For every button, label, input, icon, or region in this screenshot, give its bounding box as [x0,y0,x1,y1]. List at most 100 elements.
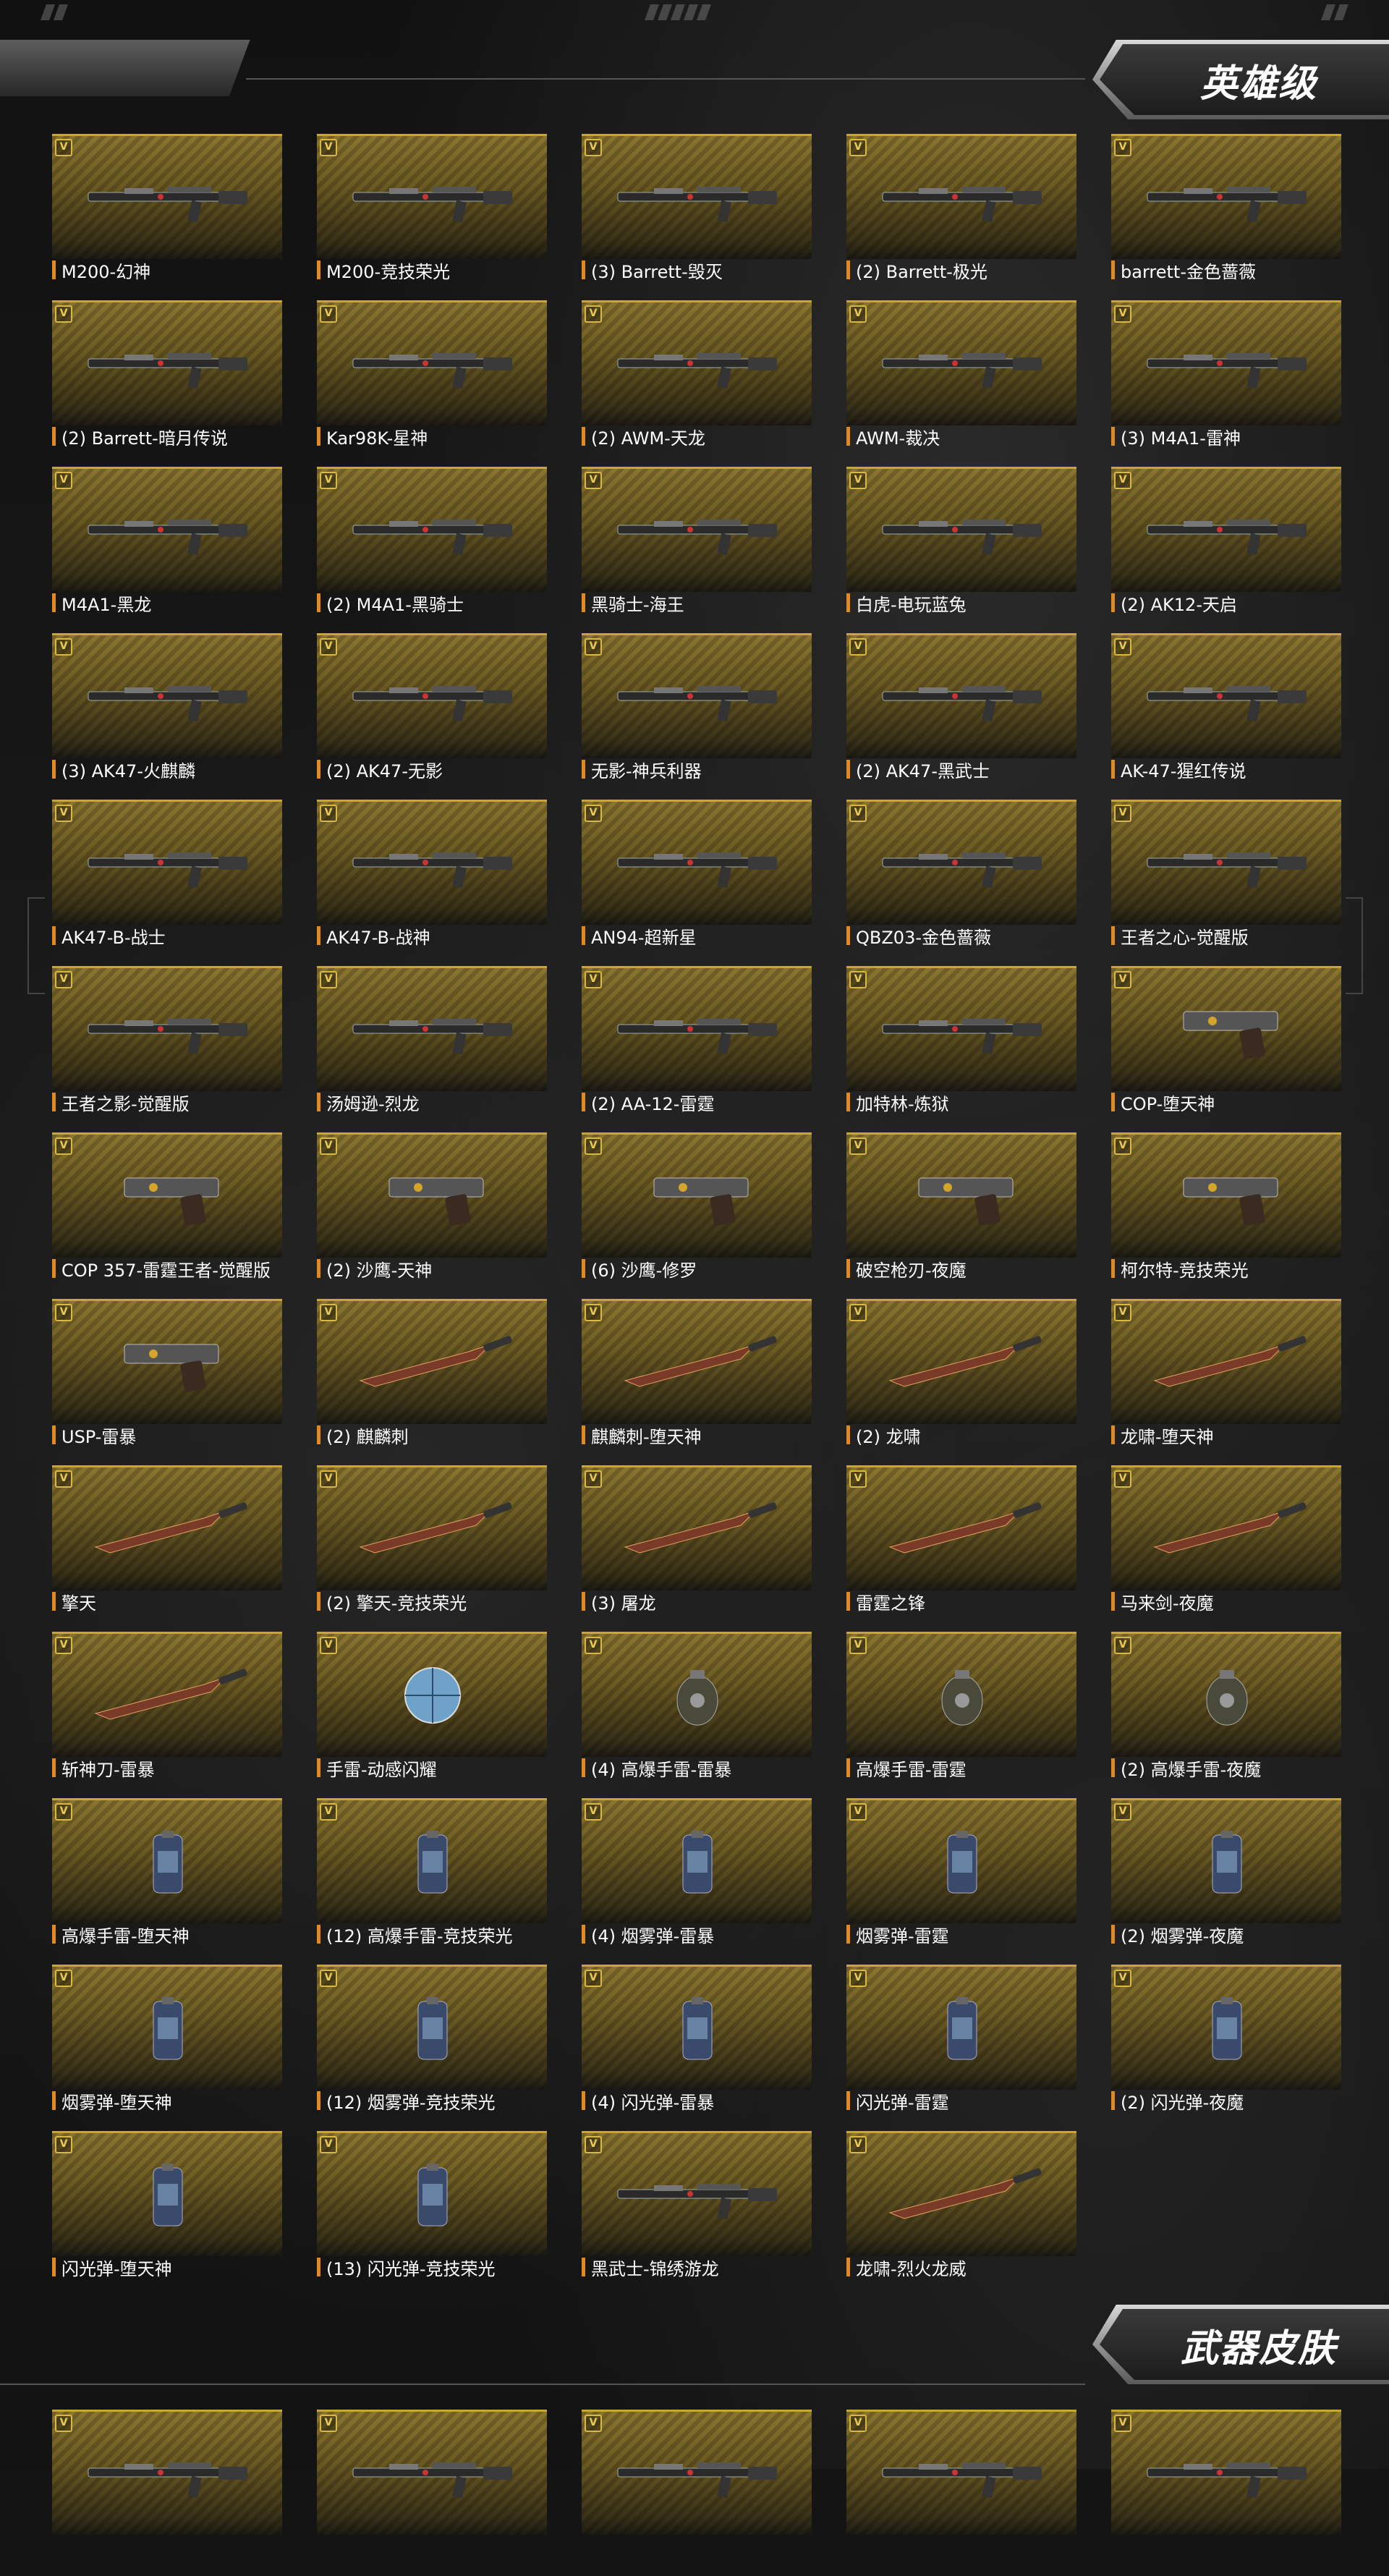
weapon-card[interactable]: V 黑武士-锦绣游龙 [582,2131,812,2297]
weapon-card[interactable]: V 手雷-动感闪耀 [317,1632,547,1798]
rank-v-icon: V [849,139,867,156]
weapon-card[interactable]: V 破空枪刃-夜魔 [846,1132,1076,1299]
weapon-card[interactable]: V AK-47-猩红传说 [1111,633,1341,800]
weapon-card[interactable]: V 烟雾弹-雷霆 [846,1798,1076,1965]
weapon-card[interactable]: V (2) 高爆手雷-夜魔 [1111,1632,1341,1798]
label-accent-bar [582,2258,585,2276]
label-accent-bar [52,1425,56,1444]
weapon-card[interactable]: V 高爆手雷-堕天神 [52,1798,282,1965]
weapon-card[interactable]: V (4) 烟雾弹-雷暴 [582,1798,812,1965]
weapon-card[interactable]: V (13) 闪光弹-竞技荣光 [317,2131,547,2297]
weapon-card[interactable]: V 麒麟刺-堕天神 [582,1299,812,1465]
weapon-card[interactable]: V (2) 闪光弹-夜魔 [1111,1965,1341,2131]
weapon-name: (12) 烟雾弹-竞技荣光 [326,2092,496,2113]
weapon-card[interactable]: V (2) 麒麟刺 [317,1299,547,1465]
weapon-card[interactable]: V (3) Barrett-毁灭 [582,134,812,300]
weapon-card[interactable]: V M200-竞技荣光 [317,134,547,300]
weapon-card[interactable]: V AN94-超新星 [582,800,812,966]
weapon-card[interactable]: V COP 357-雷霆王者-觉醒版 [52,1132,282,1299]
weapon-label: (2) Barrett-极光 [846,257,987,283]
weapon-card[interactable]: V M4A1-黑龙 [52,467,282,633]
weapon-card[interactable]: V 马来剑-夜魔 [1111,1465,1341,1632]
weapon-image: V [52,2410,282,2535]
weapon-card[interactable]: V (6) 沙鹰-修罗 [582,1132,812,1299]
weapon-card[interactable]: V 加特林-炼狱 [846,966,1076,1132]
weapon-card[interactable]: V AWM-裁决 [846,300,1076,467]
weapon-card[interactable]: V 闪光弹-雷霆 [846,1965,1076,2131]
weapon-card[interactable]: V 王者之影-觉醒版 [52,966,282,1132]
weapon-card[interactable]: V (2) AWM-天龙 [582,300,812,467]
weapon-card[interactable]: V (12) 高爆手雷-竞技荣光 [317,1798,547,1965]
weapon-card[interactable]: V (2) 沙鹰-天神 [317,1132,547,1299]
weapon-card[interactable]: V 雷霆之锋 [846,1465,1076,1632]
weapon-card[interactable]: V 王者之心-觉醒版 [1111,800,1341,966]
weapon-card[interactable]: V [846,2410,1076,2576]
weapon-card[interactable]: V [1111,2410,1341,2576]
weapon-card[interactable]: V 烟雾弹-堕天神 [52,1965,282,2131]
weapon-name: (2) AK47-无影 [326,760,443,781]
weapon-label: 龙啸-烈火龙威 [846,2254,967,2280]
weapon-name: 马来剑-夜魔 [1121,1593,1214,1614]
weapon-card[interactable]: V (4) 闪光弹-雷暴 [582,1965,812,2131]
weapon-card[interactable]: V 龙啸-烈火龙威 [846,2131,1076,2297]
weapon-card[interactable]: V USP-雷暴 [52,1299,282,1465]
weapon-card[interactable]: V (3) M4A1-雷神 [1111,300,1341,467]
weapon-label: 龙啸-堕天神 [1111,1422,1214,1448]
weapon-card[interactable]: V 黑骑士-海王 [582,467,812,633]
weapon-card[interactable]: V COP-堕天神 [1111,966,1341,1132]
rank-v-icon: V [585,638,602,656]
label-accent-bar [1111,760,1115,779]
weapon-card[interactable]: V (2) Barrett-极光 [846,134,1076,300]
rank-v-icon: V [320,1637,337,1654]
weapon-card[interactable]: V Kar98K-星神 [317,300,547,467]
weapon-card[interactable]: V 白虎-电玩蓝兔 [846,467,1076,633]
weapon-card[interactable]: V (2) AA-12-雷霆 [582,966,812,1132]
weapon-card[interactable]: V (2) AK47-无影 [317,633,547,800]
weapon-image: V [52,800,282,925]
weapon-card[interactable]: V 高爆手雷-雷霆 [846,1632,1076,1798]
weapon-pistol-icon [875,1164,1049,1229]
weapon-card[interactable]: V 汤姆逊-烈龙 [317,966,547,1132]
weapon-rifle-icon [1140,831,1314,896]
weapon-card[interactable]: V [317,2410,547,2576]
weapon-card[interactable]: V M200-幻神 [52,134,282,300]
weapon-card[interactable]: V (3) AK47-火麒麟 [52,633,282,800]
label-accent-bar [317,2091,320,2110]
weapon-card[interactable]: V barrett-金色蔷薇 [1111,134,1341,300]
weapon-card[interactable]: V [52,2410,282,2576]
weapon-card[interactable]: V (2) 烟雾弹-夜魔 [1111,1798,1341,1965]
weapon-card[interactable]: V (2) AK47-黑武士 [846,633,1076,800]
rank-v-icon: V [585,1803,602,1821]
weapon-card[interactable]: V 斩神刀-雷暴 [52,1632,282,1798]
rank-v-icon: V [585,1470,602,1488]
weapon-card[interactable]: V 闪光弹-堕天神 [52,2131,282,2297]
weapon-name: 破空枪刃-夜魔 [856,1260,967,1281]
weapon-card[interactable]: V 柯尔特-竞技荣光 [1111,1132,1341,1299]
weapon-label: (2) 烟雾弹-夜魔 [1111,1921,1244,1947]
label-accent-bar [1111,2091,1115,2110]
weapon-card[interactable]: V (2) Barrett-暗月传说 [52,300,282,467]
weapon-card[interactable]: V 无影-神兵利器 [582,633,812,800]
weapon-card[interactable]: V [582,2410,812,2576]
weapon-card[interactable]: V 龙啸-堕天神 [1111,1299,1341,1465]
weapon-image: V [582,2410,812,2535]
weapon-card[interactable]: V (4) 高爆手雷-雷暴 [582,1632,812,1798]
weapon-name: M4A1-黑龙 [61,594,152,615]
label-accent-bar [846,2091,850,2110]
weapon-card[interactable]: V (2) M4A1-黑骑士 [317,467,547,633]
skin-divider-line [0,2384,1085,2385]
weapon-card[interactable]: V (12) 烟雾弹-竞技荣光 [317,1965,547,2131]
weapon-card[interactable]: V (3) 屠龙 [582,1465,812,1632]
weapon-card[interactable]: V QBZ03-金色蔷薇 [846,800,1076,966]
weapon-card[interactable]: V AK47-B-战士 [52,800,282,966]
rank-v-icon: V [849,805,867,822]
weapon-rifle-icon [611,331,784,397]
weapon-card[interactable]: V AK47-B-战神 [317,800,547,966]
weapon-card[interactable]: V 擎天 [52,1465,282,1632]
weapon-name: 高爆手雷-雷霆 [856,1759,967,1780]
weapon-card[interactable]: V (2) 龙啸 [846,1299,1076,1465]
weapon-card[interactable]: V (2) 擎天-竞技荣光 [317,1465,547,1632]
weapon-card[interactable]: V (2) AK12-天启 [1111,467,1341,633]
weapon-image: V [846,1132,1076,1258]
weapon-label: (13) 闪光弹-竞技荣光 [317,2254,496,2280]
